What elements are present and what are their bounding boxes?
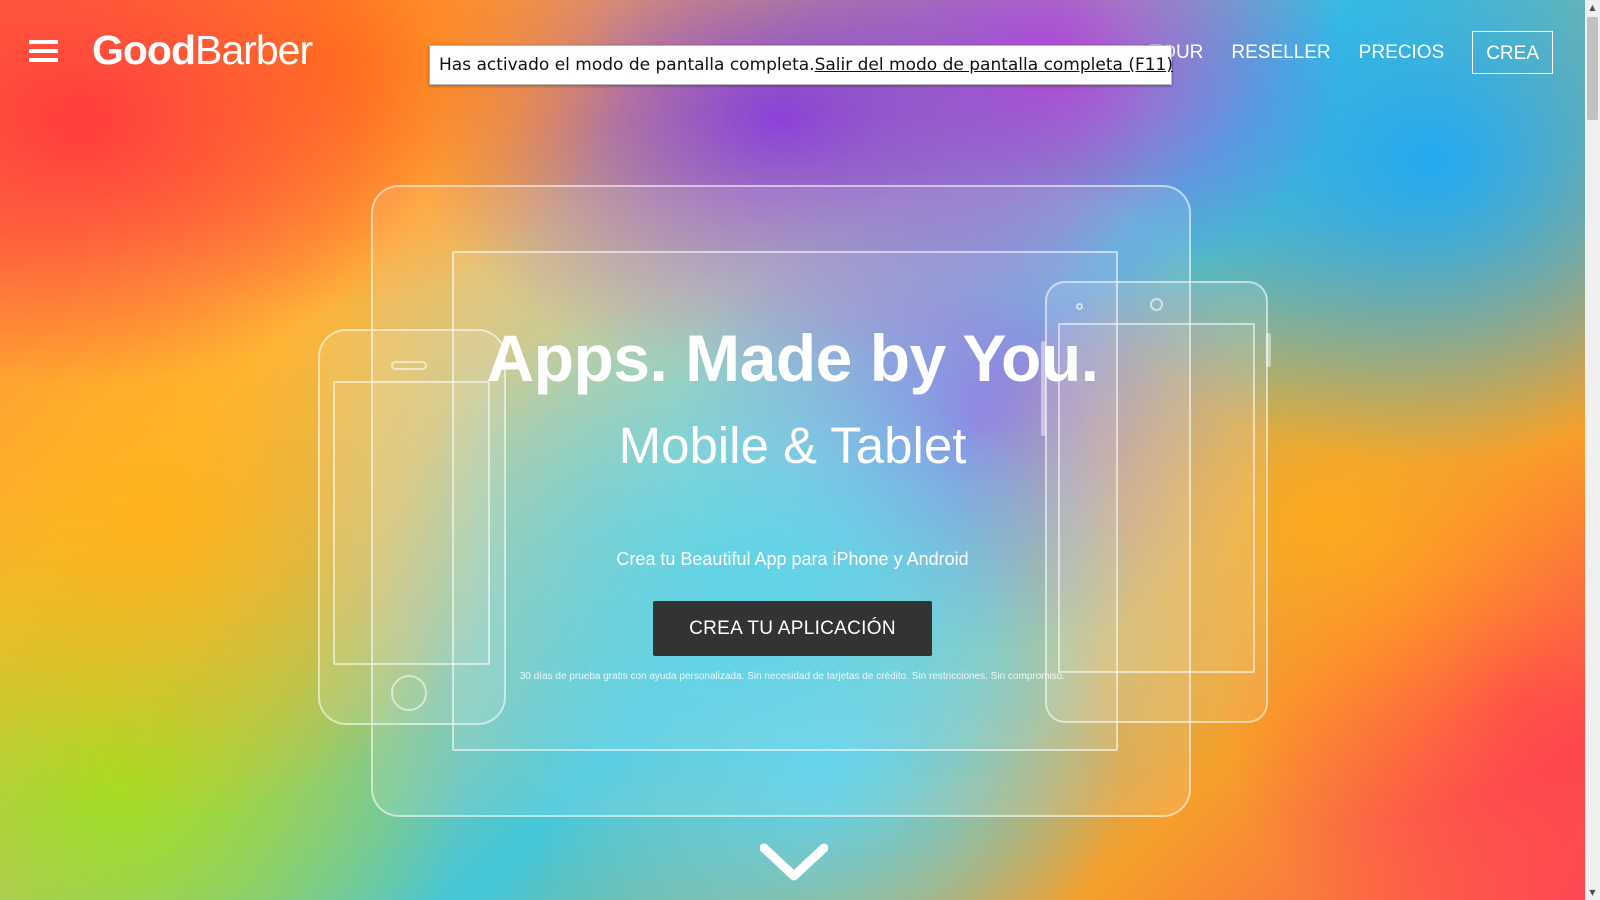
fullscreen-message: Has activado el modo de pantalla complet… [439,55,815,75]
trial-fine-print: 30 días de prueba gratis con ayuda perso… [519,671,1066,682]
triangle-up-icon[interactable]: ▲ [1585,0,1600,15]
create-app-button[interactable]: CREA TU APLICACIÓN [653,601,932,656]
triangle-down-icon[interactable]: ▼ [1585,885,1600,900]
top-navigation: TOUR RESELLER PRECIOS CREA [1122,31,1553,74]
hamburger-menu-icon[interactable] [29,40,58,62]
nav-link-precios[interactable]: PRECIOS [1359,42,1445,64]
browser-viewport: Good Barber TOUR RESELLER PRECIOS CREA Ha… [0,0,1600,900]
crea-button[interactable]: CREA [1472,31,1553,74]
android-sensor [1076,303,1083,310]
chevron-down-icon[interactable] [759,842,829,882]
vertical-scrollbar[interactable]: ▲ ▼ [1585,0,1600,900]
android-camera [1150,298,1163,311]
nav-link-reseller[interactable]: RESELLER [1231,42,1330,64]
hero-subtitle: Mobile & Tablet [618,417,967,474]
hero-tagline: Crea tu Beautiful App para iPhone y Andr… [616,549,969,569]
scrollbar-thumb[interactable] [1587,17,1598,120]
exit-fullscreen-link[interactable]: Salir del modo de pantalla completa (F11… [815,55,1173,75]
fullscreen-notice: Has activado el modo de pantalla complet… [429,45,1173,85]
logo-barber-text: Barber [195,26,313,73]
logo-good-text: Good [92,26,196,73]
hero-title: Apps. Made by You. [486,321,1099,395]
goodbarber-logo[interactable]: Good Barber [92,26,313,74]
